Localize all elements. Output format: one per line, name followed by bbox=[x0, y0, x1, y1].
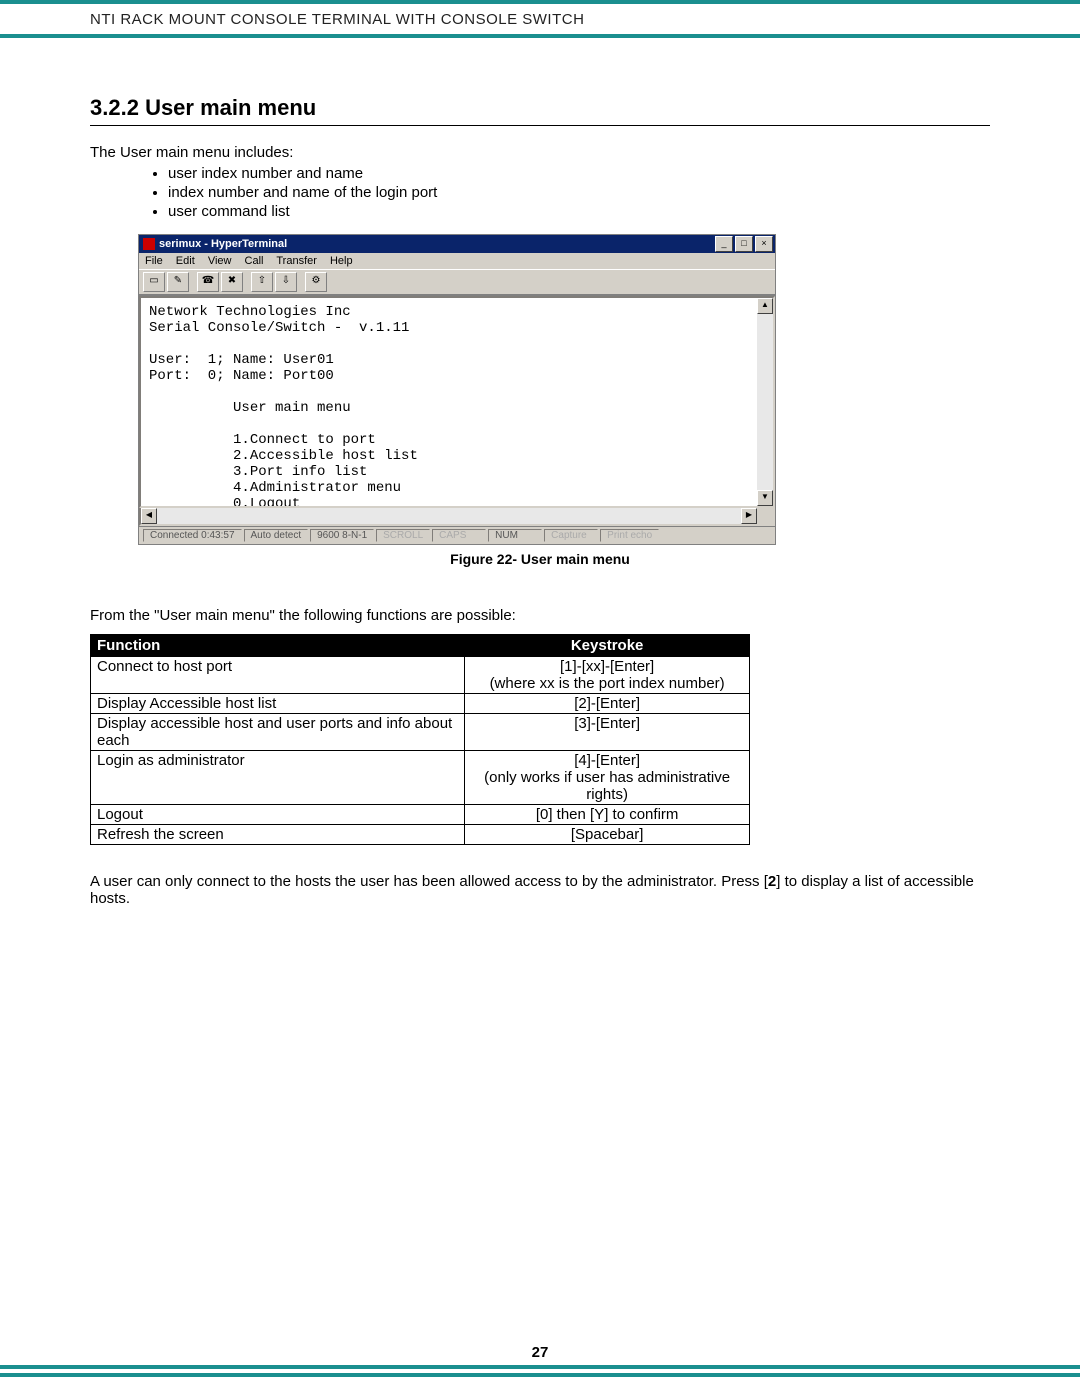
menu-call[interactable]: Call bbox=[245, 255, 264, 267]
close-button[interactable]: × bbox=[755, 236, 773, 252]
footer-note-key: 2 bbox=[768, 873, 776, 890]
new-icon[interactable]: ▭ bbox=[143, 272, 165, 292]
table-row: Login as administrator[4]-[Enter](only w… bbox=[91, 751, 750, 805]
maximize-button[interactable]: □ bbox=[735, 236, 753, 252]
list-item: user command list bbox=[168, 203, 990, 220]
titlebar: serimux - HyperTerminal _ □ × bbox=[139, 235, 775, 253]
window-title: serimux - HyperTerminal bbox=[159, 238, 713, 250]
send-icon[interactable]: ⇧ bbox=[251, 272, 273, 292]
receive-icon[interactable]: ⇩ bbox=[275, 272, 297, 292]
section-title: User main menu bbox=[145, 95, 316, 120]
table-row: Display Accessible host list[2]-[Enter] bbox=[91, 694, 750, 714]
app-icon bbox=[143, 238, 155, 250]
menu-help[interactable]: Help bbox=[330, 255, 353, 267]
page-header: NTI RACK MOUNT CONSOLE TERMINAL WITH CON… bbox=[0, 0, 1080, 38]
hyperterminal-window: serimux - HyperTerminal _ □ × File Edit … bbox=[138, 234, 776, 545]
scroll-right-icon[interactable]: ▶ bbox=[741, 508, 757, 524]
terminal-output: Network Technologies Inc Serial Console/… bbox=[139, 296, 757, 508]
scroll-track[interactable] bbox=[157, 508, 741, 524]
status-caps: CAPS bbox=[432, 529, 486, 542]
toolbar: ▭ ✎ ☎ ✖ ⇧ ⇩ ⚙ bbox=[139, 269, 775, 295]
menu-view[interactable]: View bbox=[208, 255, 232, 267]
status-detect: Auto detect bbox=[244, 529, 309, 542]
table-row: Display accessible host and user ports a… bbox=[91, 714, 750, 751]
table-row: Refresh the screen[Spacebar] bbox=[91, 825, 750, 845]
status-echo: Print echo bbox=[600, 529, 659, 542]
open-icon[interactable]: ✎ bbox=[167, 272, 189, 292]
footer-rule bbox=[0, 1365, 1080, 1377]
status-scroll: SCROLL bbox=[376, 529, 430, 542]
th-keystroke: Keystroke bbox=[465, 635, 750, 657]
cell-keystroke: [3]-[Enter] bbox=[465, 714, 750, 751]
page-number: 27 bbox=[0, 1344, 1080, 1361]
cell-function: Login as administrator bbox=[91, 751, 465, 805]
footer-note: A user can only connect to the hosts the… bbox=[90, 873, 990, 907]
functions-intro: From the "User main menu" the following … bbox=[90, 607, 990, 624]
cell-function: Display accessible host and user ports a… bbox=[91, 714, 465, 751]
status-num: NUM bbox=[488, 529, 542, 542]
connect-icon[interactable]: ☎ bbox=[197, 272, 219, 292]
section-number: 3.2.2 bbox=[90, 95, 139, 120]
disconnect-icon[interactable]: ✖ bbox=[221, 272, 243, 292]
properties-icon[interactable]: ⚙ bbox=[305, 272, 327, 292]
list-item: user index number and name bbox=[168, 165, 990, 182]
cell-function: Refresh the screen bbox=[91, 825, 465, 845]
status-settings: 9600 8-N-1 bbox=[310, 529, 374, 542]
cell-keystroke: [0] then [Y] to confirm bbox=[465, 805, 750, 825]
scroll-up-icon[interactable]: ▲ bbox=[757, 298, 773, 314]
section-heading: 3.2.2 User main menu bbox=[90, 95, 990, 126]
menu-file[interactable]: File bbox=[145, 255, 163, 267]
header-text: NTI RACK MOUNT CONSOLE TERMINAL WITH CON… bbox=[90, 11, 584, 28]
horizontal-scrollbar[interactable]: ◀ ▶ bbox=[139, 508, 759, 526]
intro-bullets: user index number and name index number … bbox=[90, 165, 990, 220]
cell-keystroke: [4]-[Enter](only works if user has admin… bbox=[465, 751, 750, 805]
scroll-track[interactable] bbox=[757, 314, 773, 490]
table-row: Connect to host port[1]-[xx]-[Enter](whe… bbox=[91, 657, 750, 694]
intro-text: The User main menu includes: bbox=[90, 144, 990, 161]
cell-keystroke: [1]-[xx]-[Enter](where xx is the port in… bbox=[465, 657, 750, 694]
functions-table: Function Keystroke Connect to host port[… bbox=[90, 634, 750, 845]
scroll-left-icon[interactable]: ◀ bbox=[141, 508, 157, 524]
footer-note-a: A user can only connect to the hosts the… bbox=[90, 873, 768, 890]
figure-caption: Figure 22- User main menu bbox=[90, 551, 990, 567]
vertical-scrollbar[interactable]: ▲ ▼ bbox=[757, 296, 775, 508]
cell-keystroke: [Spacebar] bbox=[465, 825, 750, 845]
status-capture: Capture bbox=[544, 529, 598, 542]
menubar: File Edit View Call Transfer Help bbox=[139, 253, 775, 269]
cell-function: Display Accessible host list bbox=[91, 694, 465, 714]
table-row: Logout[0] then [Y] to confirm bbox=[91, 805, 750, 825]
menu-edit[interactable]: Edit bbox=[176, 255, 195, 267]
status-bar: Connected 0:43:57 Auto detect 9600 8-N-1… bbox=[139, 526, 775, 544]
minimize-button[interactable]: _ bbox=[715, 236, 733, 252]
th-function: Function bbox=[91, 635, 465, 657]
status-time: Connected 0:43:57 bbox=[143, 529, 242, 542]
list-item: index number and name of the login port bbox=[168, 184, 990, 201]
cell-keystroke: [2]-[Enter] bbox=[465, 694, 750, 714]
scroll-down-icon[interactable]: ▼ bbox=[757, 490, 773, 506]
cell-function: Connect to host port bbox=[91, 657, 465, 694]
menu-transfer[interactable]: Transfer bbox=[276, 255, 317, 267]
cell-function: Logout bbox=[91, 805, 465, 825]
